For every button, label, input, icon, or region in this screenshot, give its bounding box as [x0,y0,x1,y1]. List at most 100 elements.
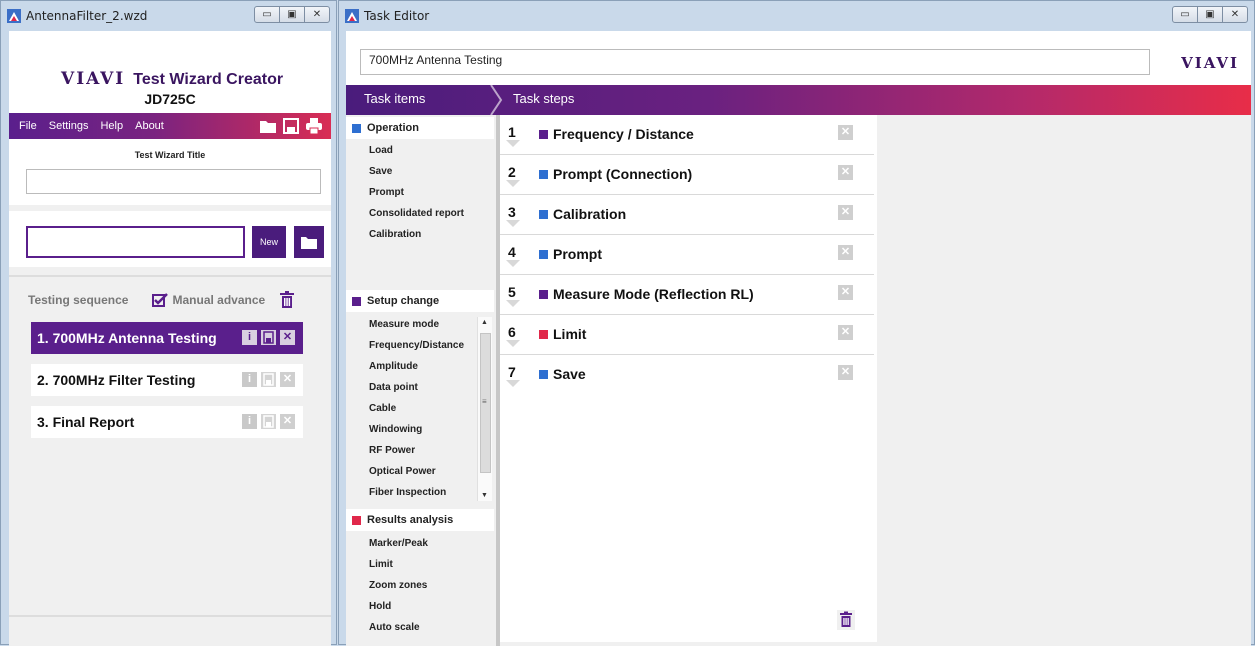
task-item-hold[interactable]: Hold [369,601,391,612]
task-item-fiber-inspection[interactable]: Fiber Inspection [369,487,446,498]
delete-icon[interactable]: ✕ [838,325,853,340]
test-wizard-title-input[interactable] [26,169,321,194]
task-item-frequency-distance[interactable]: Frequency/Distance [369,340,464,351]
task-item-cable[interactable]: Cable [369,403,396,414]
step-number: 5 [506,284,520,307]
tab-task-items[interactable]: Task items [364,91,425,106]
task-item-auto-scale[interactable]: Auto scale [369,622,420,633]
sequence-item-3[interactable]: 3. Final Report i ✕ [31,406,303,438]
maximize-button[interactable]: ▣ [279,6,305,23]
new-task-input[interactable] [26,226,245,258]
menu-about[interactable]: About [135,120,164,132]
category-color-square [352,296,361,306]
logo-area: VIAVI Test Wizard Creator JD725C [9,31,331,113]
task-name-input[interactable]: 700MHz Antenna Testing [360,49,1150,75]
open-folder-button[interactable] [294,226,324,258]
menu-settings[interactable]: Settings [49,120,89,132]
task-item-windowing[interactable]: Windowing [369,424,422,435]
sequence-item-2[interactable]: 2. 700MHz Filter Testing i ✕ [31,364,303,396]
task-step-2[interactable]: 2 Prompt (Connection) ✕ [500,155,877,195]
minimize-button[interactable]: ▭ [254,6,280,23]
step-number: 1 [506,124,520,147]
setup-scrollbar[interactable]: ▲ ≡ ▼ [477,317,492,501]
category-operation[interactable]: Operation [346,117,494,139]
task-item-measure-mode[interactable]: Measure mode [369,319,439,330]
print-icon[interactable] [305,117,323,135]
chevron-down-icon [506,260,520,267]
save-icon[interactable] [261,330,276,345]
delete-icon[interactable]: ✕ [280,372,295,387]
model-name: JD725C [144,91,196,107]
right-window-title: Task Editor [364,9,430,23]
task-item-marker-peak[interactable]: Marker/Peak [369,538,428,549]
task-item-optical-power[interactable]: Optical Power [369,466,436,477]
minimize-button[interactable]: ▭ [1172,6,1198,23]
tab-task-steps[interactable]: Task steps [513,91,574,106]
delete-icon[interactable]: ✕ [838,165,853,180]
manual-advance-label[interactable]: Manual advance [172,293,265,307]
chevron-down-icon [506,380,520,387]
sequence-item-1[interactable]: 1. 700MHz Antenna Testing i ✕ [31,322,303,354]
task-item-zoom-zones[interactable]: Zoom zones [369,580,427,591]
task-step-4[interactable]: 4 Prompt ✕ [500,235,877,275]
save-icon[interactable] [282,117,300,135]
task-step-5[interactable]: 5 Measure Mode (Reflection RL) ✕ [500,275,877,315]
delete-icon[interactable]: ✕ [838,205,853,220]
menu-file[interactable]: File [19,120,37,132]
category-results-analysis[interactable]: Results analysis [346,509,494,531]
delete-icon[interactable]: ✕ [838,245,853,260]
maximize-button[interactable]: ▣ [1197,6,1223,23]
save-icon[interactable] [261,414,276,429]
close-button[interactable]: ✕ [1222,6,1248,23]
step-color-square [539,290,548,299]
delete-icon[interactable]: ✕ [280,414,295,429]
step-number: 7 [506,364,520,387]
task-item-consolidated-report[interactable]: Consolidated report [369,208,464,219]
info-icon[interactable]: i [242,330,257,345]
right-titlebar[interactable]: Task Editor ▭ ▣ ✕ [339,1,1254,31]
trash-icon[interactable] [279,291,295,309]
scroll-up-icon[interactable]: ▲ [481,319,488,326]
step-label: Frequency / Distance [553,126,694,142]
trash-icon[interactable] [836,609,856,631]
step-label: Save [553,366,586,382]
chevron-down-icon [506,220,520,227]
info-icon[interactable]: i [242,414,257,429]
left-titlebar[interactable]: AntennaFilter_2.wzd ▭ ▣ ✕ [1,1,336,31]
task-item-prompt[interactable]: Prompt [369,187,404,198]
folder-open-icon[interactable] [259,117,277,135]
delete-icon[interactable]: ✕ [838,125,853,140]
delete-icon[interactable]: ✕ [280,330,295,345]
task-item-amplitude[interactable]: Amplitude [369,361,418,372]
category-setup-change[interactable]: Setup change [346,290,494,312]
chevron-down-icon [506,140,520,147]
new-button[interactable]: New [252,226,286,258]
task-item-limit[interactable]: Limit [369,559,393,570]
chevron-down-icon [506,180,520,187]
step-label: Measure Mode (Reflection RL) [553,286,754,302]
task-item-save[interactable]: Save [369,166,392,177]
manual-advance-checkbox[interactable] [152,293,169,307]
task-step-6[interactable]: 6 Limit ✕ [500,315,877,355]
task-item-load[interactable]: Load [369,145,393,156]
info-icon[interactable]: i [242,372,257,387]
task-step-7[interactable]: 7 Save ✕ [500,355,877,395]
menubar: File Settings Help About [9,113,331,139]
task-step-1[interactable]: 1 Frequency / Distance ✕ [500,115,877,155]
delete-icon[interactable]: ✕ [838,285,853,300]
delete-icon[interactable]: ✕ [838,365,853,380]
task-item-calibration[interactable]: Calibration [369,229,421,240]
grip-icon: ≡ [482,397,487,406]
viavi-logo: VIAVI [61,69,126,89]
save-icon[interactable] [261,372,276,387]
close-button[interactable]: ✕ [304,6,330,23]
task-item-data-point[interactable]: Data point [369,382,418,393]
step-label: Limit [553,326,587,342]
scroll-down-icon[interactable]: ▼ [481,492,488,499]
task-item-rf-power[interactable]: RF Power [369,445,415,456]
menu-help[interactable]: Help [100,120,123,132]
step-label: Prompt [553,246,602,262]
sequence-item-label: 3. Final Report [37,414,135,430]
category-color-square [352,515,361,525]
task-step-3[interactable]: 3 Calibration ✕ [500,195,877,235]
